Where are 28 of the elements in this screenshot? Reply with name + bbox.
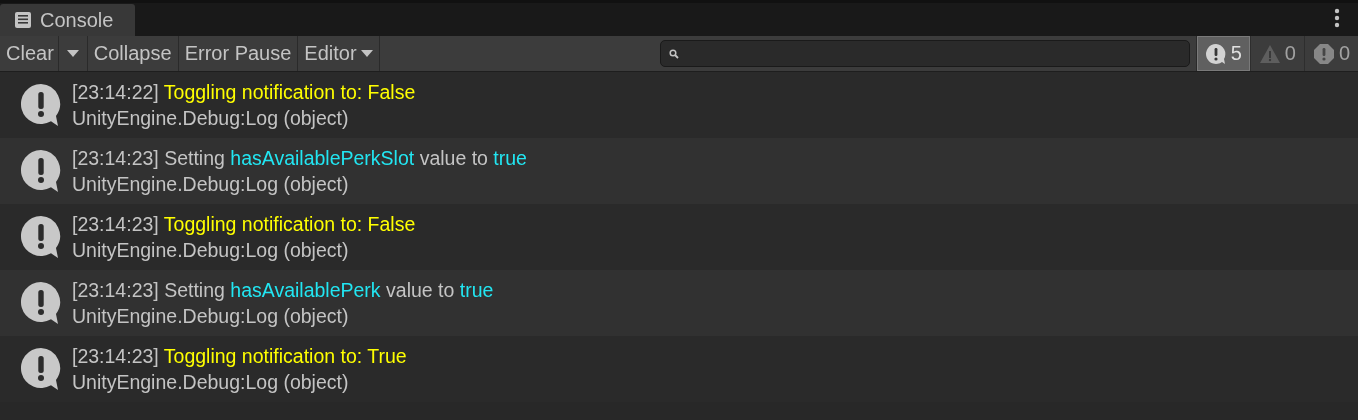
stack-trace: UnityEngine.Debug:Log (object) xyxy=(72,238,350,262)
log-entry[interactable]: [23:14:23] Setting hasAvailablePerk value to true UnityEngine.Debug:Log (object) xyxy=(0,270,1358,336)
info-bubble-icon xyxy=(1204,42,1227,65)
stack-trace: UnityEngine.Debug:Log (object) xyxy=(72,370,350,394)
caret-icon xyxy=(360,49,373,58)
log-message: [23:14:22] Toggling notification to: False xyxy=(72,80,416,104)
info-filter-button[interactable]: 5 xyxy=(1195,36,1250,71)
log-message: [23:14:23] Toggling notification to: True xyxy=(72,344,407,368)
error-icon xyxy=(1312,42,1335,65)
stack-trace: UnityEngine.Debug:Log (object) xyxy=(72,304,350,328)
caret-icon xyxy=(66,49,79,58)
info-bubble-icon xyxy=(20,281,62,325)
log-message: [23:14:23] Toggling notification to: False xyxy=(72,212,416,236)
stack-trace: UnityEngine.Debug:Log (object) xyxy=(72,172,350,196)
info-bubble-icon xyxy=(20,347,62,391)
warning-icon xyxy=(1258,43,1281,64)
log-message: [23:14:23] Setting hasAvailablePerk value to true xyxy=(72,278,494,302)
info-bubble-icon xyxy=(20,149,62,193)
stack-trace: UnityEngine.Debug:Log (object) xyxy=(72,106,350,130)
info-bubble-icon xyxy=(20,83,62,127)
list-icon xyxy=(14,11,32,29)
more-options-icon[interactable] xyxy=(1334,8,1340,28)
log-message: [23:14:23] Setting hasAvailablePerkSlot value to true xyxy=(72,146,527,170)
search-icon xyxy=(668,48,679,59)
console-tab[interactable]: Console xyxy=(0,4,136,36)
info-bubble-icon xyxy=(20,215,62,259)
search-field[interactable] xyxy=(659,40,1190,67)
log-entry[interactable]: [23:14:23] Setting hasAvailablePerkSlot value to true UnityEngine.Debug:Log (object) xyxy=(0,138,1358,204)
